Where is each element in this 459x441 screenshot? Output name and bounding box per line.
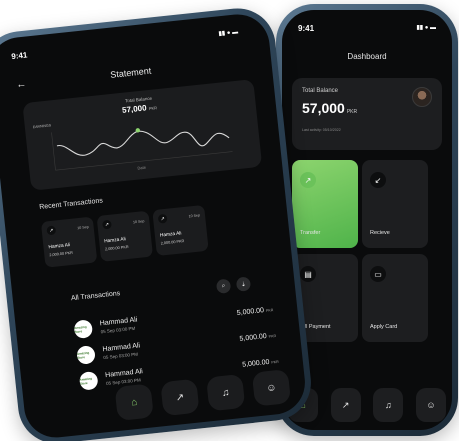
transfer-tile[interactable]: ↗ Transfer [292, 160, 358, 248]
receive-tile[interactable]: ↙ Recieve [362, 160, 428, 248]
transaction-tools: ⌕ ⇣ [215, 276, 252, 294]
transaction-amount: 5,000.00 PKR [239, 332, 277, 343]
arrow-up-right-icon: ↗ [300, 172, 316, 188]
nav-transfer-button[interactable]: ↗ [160, 378, 200, 417]
download-icon: ⇣ [240, 281, 247, 288]
arrow-down-left-icon: ↙ [370, 172, 386, 188]
page-title: Dashboard [347, 52, 387, 61]
transaction-amount: 5,000.00 PKR [241, 358, 279, 369]
balance-card[interactable]: Total Balance 57,000 PKR Last activity: 0… [292, 78, 442, 150]
recent-transaction-card[interactable]: ↗ 10 Sep Hamza Ali 2,000.00 PKR [40, 216, 98, 268]
search-icon: ⌕ [221, 282, 226, 289]
arrow-up-right-icon: ↗ [175, 391, 185, 404]
recent-date: 10 Sep [188, 212, 201, 218]
status-time: 9:41 [298, 24, 315, 33]
statement-screen: 9:41 ▮▮ ● ▬ ← Statement Total Balance 57… [0, 11, 309, 441]
transaction-amount: 5,000.00 PKR [236, 306, 274, 317]
user-icon: ☺ [265, 381, 278, 394]
arrow-up-right-icon: ↗ [157, 213, 168, 224]
status-icons: ▮▮ ● ▬ [218, 29, 239, 38]
balance-value: 57,000 [302, 100, 345, 116]
arrow-up-right-icon: ↗ [102, 219, 112, 230]
nav-notifications-button[interactable]: ♫ [373, 388, 404, 422]
apply-card-label: Apply Card [370, 324, 398, 330]
chart-amount-value: 57,000 [121, 103, 147, 115]
status-icons: ▮▮ ● ▬ [416, 25, 436, 31]
last-activity: Last activity: 05/10/2022 [302, 128, 341, 132]
transfer-label: Transfer [300, 230, 321, 236]
all-transactions-title: All Transactions [70, 290, 121, 303]
status-bar: 9:41 ▮▮ ● ▬ [298, 24, 436, 33]
store-logo: Amazing Store [78, 370, 99, 391]
nav-profile-button[interactable]: ☺ [415, 388, 446, 422]
search-button[interactable]: ⌕ [215, 278, 232, 294]
recent-transaction-card[interactable]: ↗ 10 Sep Hamza Ali 2,000.00 PKR [152, 204, 209, 257]
status-bar: 9:41 ▮▮ ● ▬ [11, 28, 239, 61]
nav-profile-button[interactable]: ☺ [251, 369, 292, 407]
recent-amount: 2,000.00 PKR [104, 244, 129, 252]
user-icon: ☺ [426, 400, 436, 410]
balance-currency: PKR [346, 109, 358, 115]
recent-amount: 2,000.00 PKR [160, 239, 185, 246]
nav-notifications-button[interactable]: ♫ [206, 373, 246, 412]
apply-card-tile[interactable]: ▭ Apply Card [362, 254, 428, 342]
avatar[interactable] [412, 87, 432, 107]
nav-home-button[interactable]: ⌂ [114, 383, 154, 422]
home-icon: ⌂ [130, 396, 138, 409]
arrow-up-right-icon: ↗ [341, 399, 350, 410]
mockup-stage: 9:41 ▮▮ ● ▬ Dashboard Total Balance 57,0… [0, 0, 459, 441]
card-icon: ▭ [370, 266, 386, 282]
status-time: 9:41 [10, 50, 28, 62]
recent-date: 10 Sep [77, 224, 89, 230]
recent-date: 10 Sep [132, 218, 145, 224]
chart-amount-currency: PKR [148, 105, 158, 112]
download-button[interactable]: ⇣ [235, 276, 252, 292]
receive-label: Recieve [370, 230, 390, 236]
statement-phone: 9:41 ▮▮ ● ▬ ← Statement Total Balance 57… [0, 4, 315, 441]
recent-transactions-title: Recent Transactions [38, 197, 104, 212]
recent-transaction-card[interactable]: ↗ 10 Sep Hamza Ali 2,000.00 PKR [96, 210, 154, 262]
earnings-line [56, 130, 230, 156]
bell-icon: ♫ [384, 400, 392, 410]
bell-icon: ♫ [221, 386, 230, 399]
arrow-up-right-icon: ↗ [46, 225, 57, 236]
chart-x-label: Date [137, 165, 147, 171]
balance-amount: 57,000 PKR [302, 100, 432, 116]
balance-chart-card: Total Balance 57,000 PKR EARNINGS Date [22, 79, 263, 191]
recent-amount: 2,000.00 PKR [49, 250, 74, 258]
store-logo: Amazing Store [76, 345, 96, 365]
store-logo: Amazing Store [73, 319, 94, 340]
bill-icon: ▤ [300, 266, 316, 282]
bottom-nav: ⌂ ↗ ♫ ☺ [288, 388, 446, 422]
nav-transfer-button[interactable]: ↗ [330, 388, 361, 422]
